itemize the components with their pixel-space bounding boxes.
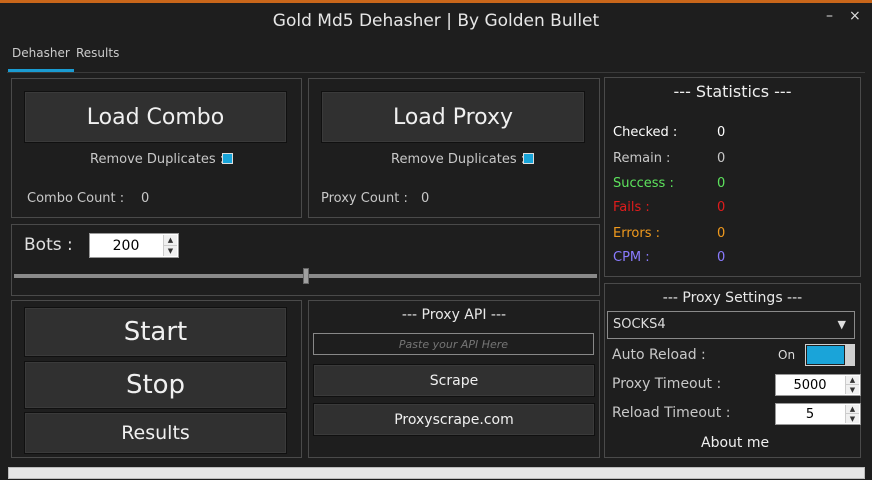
stat-label: Success : <box>613 176 674 191</box>
proxy-remove-duplicates-label: Remove Duplicates : <box>391 152 526 167</box>
proxy-settings-title: --- Proxy Settings --- <box>662 290 803 306</box>
scrape-button[interactable]: Scrape <box>313 364 595 397</box>
combo-count-label: Combo Count : <box>27 191 125 206</box>
proxy-timeout-stepper[interactable]: 5000 ▲ ▼ <box>775 374 861 396</box>
combo-panel: Load Combo Remove Duplicates : Combo Cou… <box>11 78 302 218</box>
proxy-count-value: 0 <box>421 191 430 206</box>
auto-reload-toggle[interactable] <box>805 344 855 366</box>
minimize-icon[interactable]: – <box>826 8 833 24</box>
auto-reload-label: Auto Reload : <box>612 347 706 363</box>
auto-reload-state: On <box>778 348 796 362</box>
stat-value: 0 <box>717 200 726 215</box>
actions-panel: Start Stop Results <box>11 300 302 458</box>
proxy-settings-panel: --- Proxy Settings --- SOCKS4 ▼ Auto Rel… <box>604 283 861 458</box>
stat-label: Fails : <box>613 200 650 215</box>
stat-value: 0 <box>717 151 726 166</box>
combo-remove-duplicates-checkbox[interactable] <box>222 153 233 164</box>
proxy-count-label: Proxy Count : <box>321 191 408 206</box>
stat-value: 0 <box>717 176 726 191</box>
proxyscrape-button[interactable]: Proxyscrape.com <box>313 403 595 436</box>
stat-value: 0 <box>717 125 726 140</box>
reload-timeout-stepper[interactable]: 5 ▲ ▼ <box>775 403 861 425</box>
stat-label: Checked : <box>613 125 678 140</box>
about-me-link[interactable]: About me <box>701 435 769 451</box>
stat-label: CPM : <box>613 250 650 265</box>
stat-label: Remain : <box>613 151 671 166</box>
proxy-type-select[interactable]: SOCKS4 ▼ <box>607 311 855 339</box>
bots-increment-icon[interactable]: ▲ <box>164 235 177 246</box>
stat-value: 0 <box>717 226 726 241</box>
proxy-timeout-label: Proxy Timeout : <box>612 376 722 392</box>
reload-timeout-value: 5 <box>805 406 815 422</box>
load-proxy-button[interactable]: Load Proxy <box>321 91 585 143</box>
bots-label: Bots : <box>24 235 73 255</box>
window-title: Gold Md5 Dehasher | By Golden Bullet <box>272 11 600 31</box>
proxy-timeout-increment-icon[interactable]: ▲ <box>846 376 859 385</box>
load-combo-button[interactable]: Load Combo <box>24 91 287 143</box>
auto-reload-toggle-knob <box>845 345 854 365</box>
progress-bar <box>8 467 865 479</box>
bots-slider-thumb[interactable] <box>302 268 309 284</box>
tab-dehasher[interactable]: Dehasher <box>12 46 70 60</box>
chevron-down-icon: ▼ <box>837 318 846 331</box>
title-bar: Gold Md5 Dehasher | By Golden Bullet – × <box>0 3 872 39</box>
bots-stepper[interactable]: 200 ▲ ▼ <box>89 233 179 258</box>
stat-value: 0 <box>717 250 726 265</box>
combo-count-value: 0 <box>141 191 150 206</box>
combo-remove-duplicates-label: Remove Duplicates : <box>90 152 225 167</box>
bots-value: 200 <box>112 237 140 254</box>
bots-decrement-icon[interactable]: ▼ <box>164 246 177 257</box>
proxy-timeout-value: 5000 <box>793 377 827 393</box>
tab-results[interactable]: Results <box>76 46 119 60</box>
start-button[interactable]: Start <box>24 307 287 357</box>
bots-panel: Bots : 200 ▲ ▼ <box>11 224 600 296</box>
auto-reload-toggle-fill <box>807 346 844 364</box>
reload-timeout-label: Reload Timeout : <box>612 405 731 421</box>
reload-timeout-decrement-icon[interactable]: ▼ <box>846 414 859 423</box>
proxy-api-panel: --- Proxy API --- Scrape Proxyscrape.com <box>308 300 600 458</box>
proxy-type-value: SOCKS4 <box>613 317 666 332</box>
close-icon[interactable]: × <box>849 8 861 24</box>
results-button[interactable]: Results <box>24 412 287 454</box>
proxy-api-input[interactable] <box>313 333 594 355</box>
statistics-panel: --- Statistics --- Checked : 0 Remain : 0 Su… <box>604 77 861 277</box>
proxy-remove-duplicates-checkbox[interactable] <box>523 153 534 164</box>
statistics-title: --- Statistics --- <box>673 82 792 101</box>
proxy-panel: Load Proxy Remove Duplicates : Proxy Cou… <box>308 78 600 218</box>
reload-timeout-increment-icon[interactable]: ▲ <box>846 405 859 414</box>
stop-button[interactable]: Stop <box>24 361 287 409</box>
stat-label: Errors : <box>613 226 660 241</box>
proxy-timeout-decrement-icon[interactable]: ▼ <box>846 385 859 394</box>
proxy-api-title: --- Proxy API --- <box>401 307 507 323</box>
